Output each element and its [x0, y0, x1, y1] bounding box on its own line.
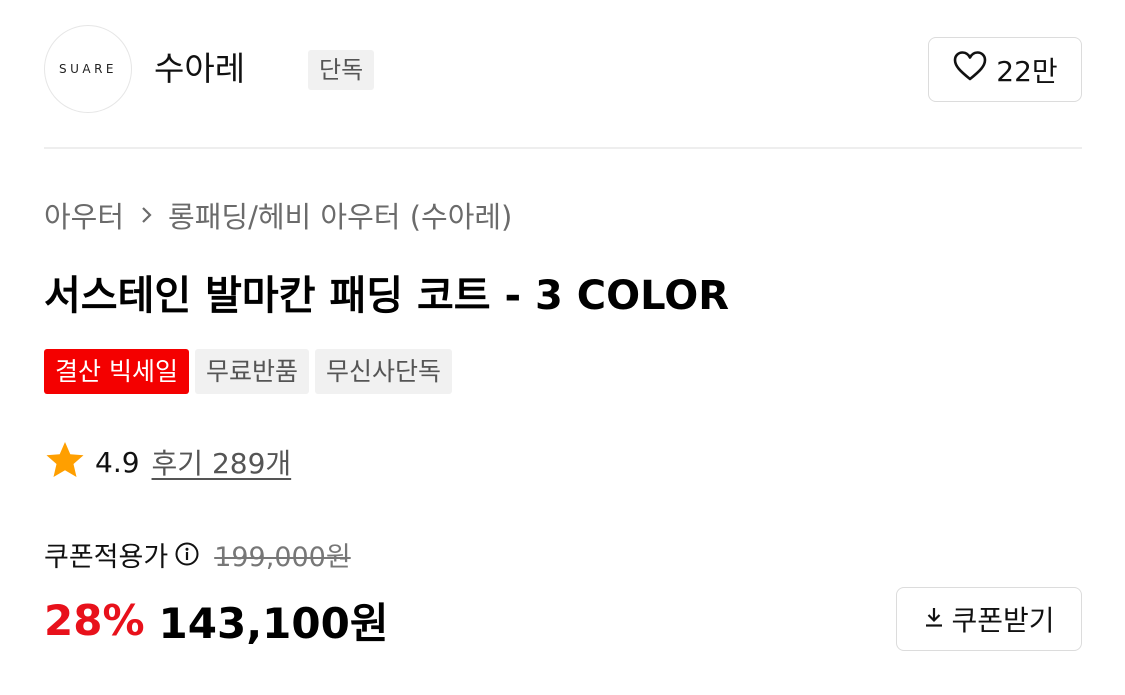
review-count-link[interactable]: 후기 289개: [152, 442, 292, 482]
coupon-price-label: 쿠폰적용가: [44, 541, 169, 573]
like-count: 22만: [996, 54, 1058, 88]
divider: [44, 147, 1082, 149]
download-icon: [923, 603, 945, 636]
breadcrumb-subcategory[interactable]: 롱패딩/헤비 아우터 (수아레): [168, 194, 512, 236]
get-coupon-label: 쿠폰받기: [951, 604, 1055, 637]
chevron-right-icon: [140, 205, 154, 225]
free-return-badge: 무료반품: [194, 349, 309, 394]
sale-badge: 결산 빅세일: [44, 349, 189, 394]
final-price: 143,100원: [158, 598, 389, 648]
heart-icon: [952, 50, 988, 89]
brand-header: SUARE 수아레 단독 22만: [44, 25, 1082, 113]
brand-logo[interactable]: SUARE: [44, 25, 132, 113]
breadcrumb-category[interactable]: 아우터: [44, 194, 124, 236]
info-icon[interactable]: [174, 541, 200, 567]
exclusive-badge: 무신사단독: [314, 349, 452, 394]
like-button[interactable]: 22만: [928, 37, 1082, 102]
star-icon: [44, 440, 86, 484]
original-price: 199,000원: [214, 541, 351, 573]
brand-name[interactable]: 수아레: [154, 47, 245, 91]
breadcrumb: 아우터 롱패딩/헤비 아우터 (수아레): [44, 193, 512, 237]
get-coupon-button[interactable]: 쿠폰받기: [896, 587, 1082, 651]
product-title: 서스테인 발마칸 패딩 코트 - 3 COLOR: [44, 273, 730, 319]
product-badges: 결산 빅세일 무료반품 무신사단독: [44, 349, 452, 394]
rating-score: 4.9: [95, 445, 140, 479]
discount-rate: 28%: [44, 595, 145, 645]
brand-exclusive-tag: 단독: [308, 50, 375, 90]
final-price-row: 28% 143,100원: [44, 590, 388, 650]
coupon-price-row: 쿠폰적용가 199,000원: [44, 534, 351, 574]
rating-summary: 4.9 후기 289개: [44, 440, 291, 484]
